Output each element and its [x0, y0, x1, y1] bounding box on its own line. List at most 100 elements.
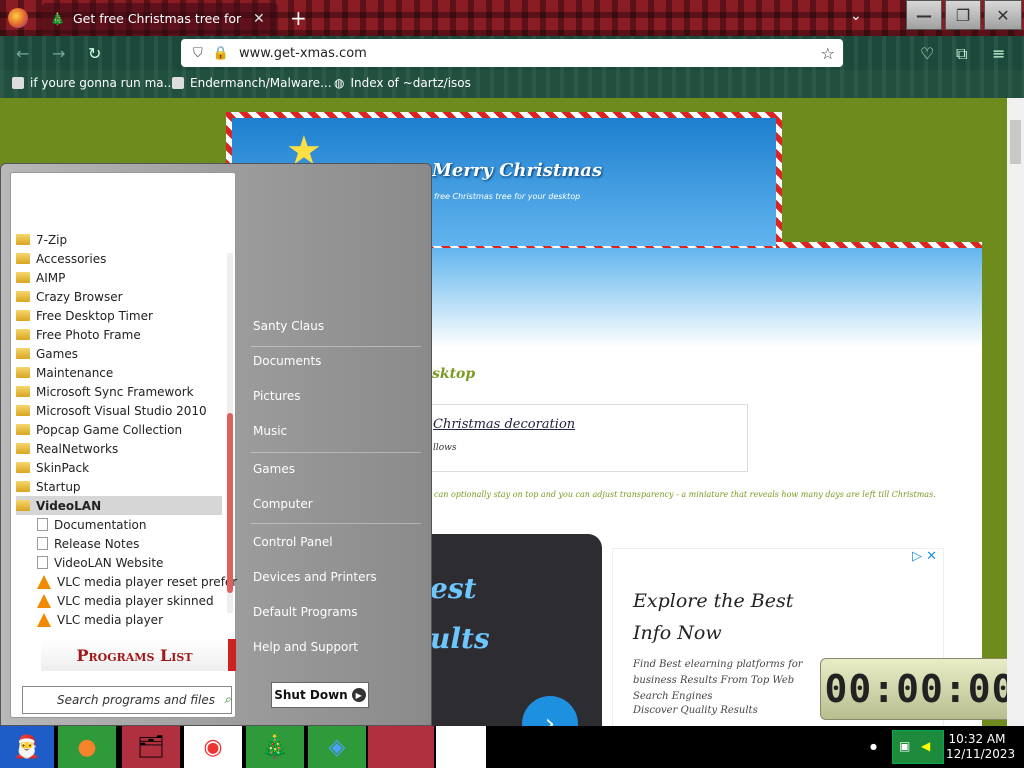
- start-menu: 7-Zip Accessories AIMP Crazy Browser Free De…: [0, 163, 432, 726]
- program-item[interactable]: VLC media player reset prefer: [16, 572, 237, 591]
- page-scrollbar[interactable]: [1007, 98, 1024, 726]
- firefox-menu-icon[interactable]: [8, 8, 28, 28]
- new-tab-button[interactable]: +: [290, 6, 307, 30]
- start-menu-link[interactable]: Games: [253, 462, 295, 476]
- start-button[interactable]: 🎅: [0, 726, 54, 768]
- programs-scrollbar-thumb[interactable]: [227, 413, 233, 593]
- pocket-icon[interactable]: ♡: [920, 44, 934, 63]
- program-item[interactable]: 7-Zip: [16, 230, 222, 249]
- banner-title: Merry Christmas: [432, 160, 603, 181]
- restore-button[interactable]: ❐: [945, 0, 981, 30]
- christmas-tree-icon: 🎄: [50, 11, 65, 26]
- scrollbar-thumb[interactable]: [1010, 120, 1021, 164]
- program-item[interactable]: Accessories: [16, 249, 222, 268]
- program-item[interactable]: Startup: [16, 477, 222, 496]
- program-item[interactable]: VLC media player skinned: [16, 591, 222, 610]
- document-icon: [37, 556, 48, 569]
- taskbar-app[interactable]: ◈: [308, 726, 366, 768]
- navigation-toolbar: ← → ↻ ⛉ 🔒 www.get-xmas.com ☆ ♡ ⧉ ≡: [0, 36, 1024, 70]
- programs-list: 7-Zip Accessories AIMP Crazy Browser Free De…: [16, 230, 237, 629]
- folder-icon: [16, 272, 30, 283]
- program-item[interactable]: RealNetworks: [16, 439, 222, 458]
- program-item[interactable]: Crazy Browser: [16, 287, 222, 306]
- shield-icon[interactable]: ⛉: [193, 46, 203, 61]
- ad-close-icon[interactable]: ▷ ✕: [912, 549, 937, 564]
- start-menu-link[interactable]: Default Programs: [253, 605, 358, 619]
- program-label: VLC media player skinned: [57, 593, 214, 608]
- program-item[interactable]: Free Photo Frame: [16, 325, 222, 344]
- tab-bar: 🎄 Get free Christmas tree for your de ✕ …: [0, 0, 1024, 36]
- program-item[interactable]: Release Notes: [16, 534, 222, 553]
- taskbar-explorer[interactable]: 🗂: [122, 726, 180, 768]
- program-item[interactable]: VideoLAN Website: [16, 553, 222, 572]
- bookmark-item[interactable]: Endermanch/Malware...: [172, 76, 332, 90]
- program-item[interactable]: VLC media player: [16, 610, 222, 629]
- bookmark-label: if youre gonna run ma...: [30, 76, 176, 90]
- taskbar-firefox[interactable]: ●: [58, 726, 116, 768]
- promo-line-1: est: [430, 572, 477, 605]
- taskbar-blank-2[interactable]: [436, 726, 486, 768]
- github-icon: [172, 77, 184, 89]
- program-item[interactable]: VideoLAN: [16, 496, 222, 515]
- taskbar-chrome[interactable]: ◉: [184, 726, 242, 768]
- reload-icon[interactable]: ↻: [88, 44, 101, 63]
- shutdown-button[interactable]: Shut Down ▶: [271, 682, 369, 708]
- program-item[interactable]: Microsoft Visual Studio 2010: [16, 401, 222, 420]
- bookmark-item[interactable]: ◍ Index of ~dartz/isos: [334, 76, 471, 90]
- programs-list-button[interactable]: Programs List: [41, 639, 236, 671]
- bookmark-favicon-icon: [12, 77, 24, 89]
- taskbar-blank[interactable]: [368, 726, 434, 768]
- folder-icon: [16, 386, 30, 397]
- tab-close-icon[interactable]: ✕: [253, 11, 265, 27]
- taskbar-xmas-tree[interactable]: 🎄: [246, 726, 304, 768]
- program-item[interactable]: Free Desktop Timer: [16, 306, 222, 325]
- search-programs-input[interactable]: Search programs and files ⌕: [22, 686, 232, 714]
- program-item[interactable]: SkinPack: [16, 458, 222, 477]
- clock[interactable]: 10:32 AM 12/11/2023: [946, 732, 1016, 762]
- program-label: Microsoft Sync Framework: [36, 384, 194, 399]
- extensions-icon[interactable]: ⧉: [956, 44, 967, 64]
- start-menu-link[interactable]: Control Panel: [253, 535, 333, 549]
- start-menu-link[interactable]: Music: [253, 424, 287, 438]
- network-icon[interactable]: ▣: [899, 739, 910, 753]
- bookmark-item[interactable]: if youre gonna run ma...: [12, 76, 175, 90]
- start-menu-link[interactable]: Documents: [253, 354, 321, 368]
- address-bar[interactable]: ⛉ 🔒 www.get-xmas.com ☆: [181, 39, 843, 67]
- start-menu-link[interactable]: Devices and Printers: [253, 570, 377, 584]
- taskbar: 🎅 ● 🗂 ◉ 🎄 ◈ ● ▣ ◀ 10:32 AM 12/11/2023: [0, 726, 1024, 768]
- show-hidden-icons-icon[interactable]: ●: [870, 742, 877, 751]
- program-item[interactable]: Popcap Game Collection: [16, 420, 222, 439]
- desktop-timer-widget[interactable]: 00:00:00: [820, 658, 1007, 720]
- system-tray[interactable]: ▣ ◀: [892, 730, 944, 764]
- close-window-button[interactable]: ✕: [984, 0, 1022, 30]
- url-text[interactable]: www.get-xmas.com: [239, 46, 367, 61]
- folder-icon: [16, 234, 30, 245]
- shutdown-arrow-icon[interactable]: ▶: [351, 688, 366, 702]
- minimize-button[interactable]: —: [906, 0, 942, 30]
- folder-icon: [16, 443, 30, 454]
- bookmark-star-icon[interactable]: ☆: [821, 44, 835, 63]
- folder-icon: [16, 329, 30, 340]
- list-all-tabs-icon[interactable]: ⌄: [850, 8, 862, 24]
- program-item[interactable]: AIMP: [16, 268, 222, 287]
- start-menu-link[interactable]: Pictures: [253, 389, 301, 403]
- program-item[interactable]: Documentation: [16, 515, 222, 534]
- program-item[interactable]: Games: [16, 344, 222, 363]
- feature-title[interactable]: Christmas decoration: [433, 417, 575, 432]
- start-menu-link[interactable]: Computer: [253, 497, 313, 511]
- bookmarks-toolbar: if youre gonna run ma... Endermanch/Malw…: [0, 70, 1024, 98]
- forward-icon[interactable]: →: [52, 44, 65, 63]
- menu-icon[interactable]: ≡: [992, 44, 1005, 63]
- volume-icon[interactable]: ◀: [921, 739, 930, 753]
- back-icon[interactable]: ←: [16, 44, 29, 63]
- tab-active[interactable]: 🎄 Get free Christmas tree for your de ✕: [42, 3, 278, 34]
- programs-scrollbar[interactable]: [227, 253, 233, 613]
- program-item[interactable]: Microsoft Sync Framework: [16, 382, 222, 401]
- start-menu-link[interactable]: Help and Support: [253, 640, 358, 654]
- lock-icon[interactable]: 🔒: [213, 46, 229, 61]
- start-menu-link[interactable]: Santy Claus: [253, 319, 324, 333]
- clock-date: 12/11/2023: [946, 747, 1016, 761]
- program-label: VLC media player reset prefer: [57, 574, 238, 589]
- program-item[interactable]: Maintenance: [16, 363, 222, 382]
- ad-heading[interactable]: Explore the Best Info Now: [633, 585, 833, 649]
